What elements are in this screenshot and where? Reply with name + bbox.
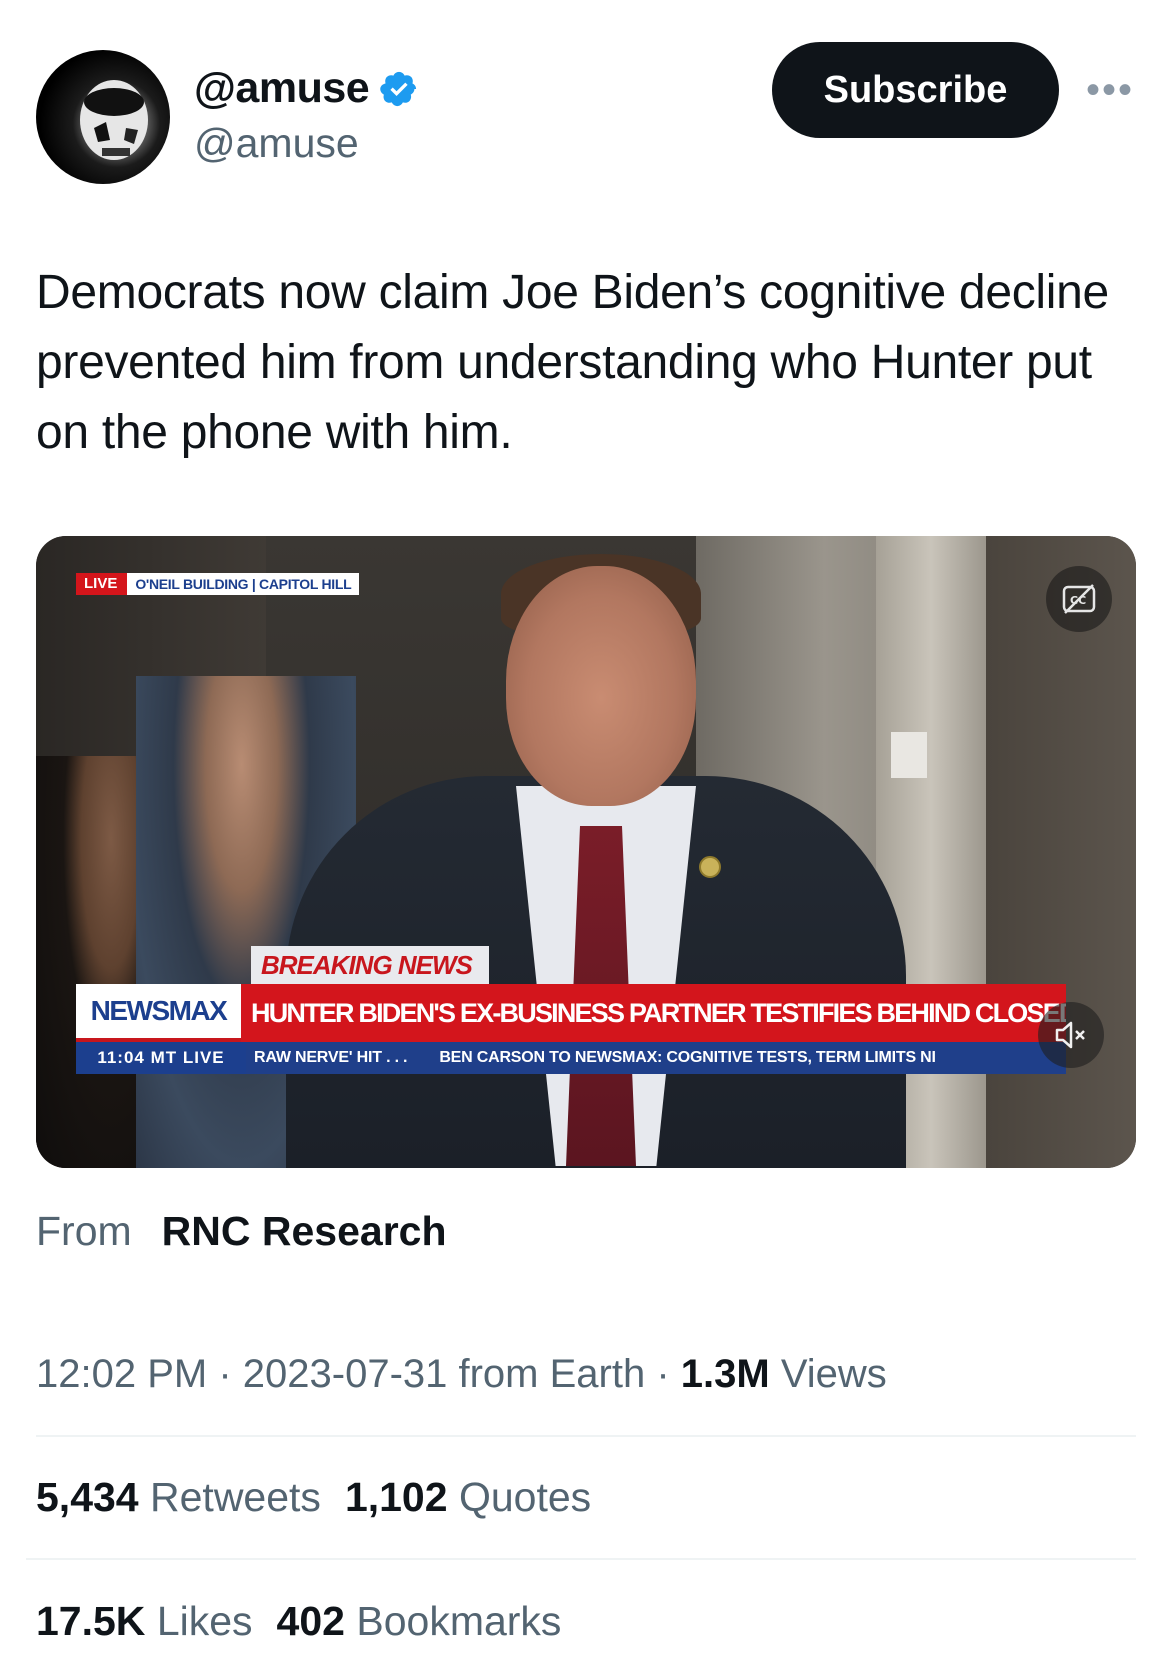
bookmarks-count: 402 xyxy=(276,1598,345,1644)
wall-sign xyxy=(891,732,927,778)
more-options-icon[interactable]: ••• xyxy=(1086,68,1134,112)
engagement-stats-row-2: 17.5K Likes 402 Bookmarks xyxy=(36,1598,561,1645)
retweets-stat[interactable]: 5,434 Retweets xyxy=(36,1474,321,1521)
ticker-time: 11:04 MT LIVE xyxy=(76,1042,246,1074)
quotes-count: 1,102 xyxy=(344,1474,448,1520)
bookmarks-label: Bookmarks xyxy=(356,1598,562,1644)
engagement-stats-row-1: 5,434 Retweets 1,102 Quotes xyxy=(36,1474,591,1521)
closed-captions-off-icon: CC xyxy=(1062,584,1096,614)
views-label: Views xyxy=(769,1352,887,1396)
video-attribution: From RNC Research xyxy=(36,1208,447,1255)
views-count: 1.3M xyxy=(680,1352,770,1396)
live-tag: LIVE xyxy=(76,573,128,595)
ticker-item: BEN CARSON TO NEWSMAX: COGNITIVE TESTS, … xyxy=(439,1049,936,1066)
video-speaker-head xyxy=(506,566,696,806)
divider xyxy=(26,1558,1136,1560)
muted-speaker-icon xyxy=(1055,1021,1085,1049)
tweet-meta: 12:02 PM · 2023-07-31 from Earth · 1.3M … xyxy=(36,1352,887,1397)
author-name-row: @amuse xyxy=(194,64,419,113)
retweets-label: Retweets xyxy=(150,1474,321,1520)
network-logo: NEWSMAX xyxy=(76,984,241,1042)
retweets-count: 5,434 xyxy=(36,1474,139,1520)
tweet-location: from Earth xyxy=(447,1352,646,1396)
quotes-label: Quotes xyxy=(458,1474,592,1520)
avatar[interactable] xyxy=(36,50,170,184)
meta-separator: · xyxy=(645,1352,681,1396)
stormtrooper-avatar-icon xyxy=(80,80,148,160)
verified-badge-icon[interactable] xyxy=(379,69,419,109)
likes-stat[interactable]: 17.5K Likes xyxy=(36,1598,253,1645)
meta-separator: · xyxy=(207,1352,243,1396)
likes-count: 17.5K xyxy=(36,1598,146,1644)
from-label: From xyxy=(36,1208,132,1254)
author-display-name[interactable]: @amuse xyxy=(194,64,370,113)
news-headline: HUNTER BIDEN'S EX-BUSINESS PARTNER TESTI… xyxy=(241,984,1066,1042)
divider xyxy=(36,1435,1136,1437)
source-account-link[interactable]: RNC Research xyxy=(162,1208,447,1255)
mute-button[interactable] xyxy=(1038,1002,1104,1068)
closed-captions-button[interactable]: CC xyxy=(1046,566,1112,632)
location-tag: O'NEIL BUILDING | CAPITOL HILL xyxy=(127,573,360,595)
lapel-pin xyxy=(699,856,721,878)
bookmarks-stat[interactable]: 402 Bookmarks xyxy=(277,1598,562,1645)
tweet-date[interactable]: 2023-07-31 xyxy=(243,1352,448,1396)
breaking-news-label: BREAKING NEWS xyxy=(251,946,489,984)
tweet-text: Democrats now claim Joe Biden’s cognitiv… xyxy=(36,266,1109,459)
video-player[interactable]: LIVE O'NEIL BUILDING | CAPITOL HILL CC B… xyxy=(36,536,1136,1168)
ticker-item: RAW NERVE' HIT . . . xyxy=(254,1049,408,1066)
likes-label: Likes xyxy=(156,1598,253,1644)
author-handle[interactable]: @amuse xyxy=(194,120,359,167)
tweet-time[interactable]: 12:02 PM xyxy=(36,1352,207,1396)
subscribe-button[interactable]: Subscribe xyxy=(772,42,1059,138)
quotes-stat[interactable]: 1,102 Quotes xyxy=(345,1474,591,1521)
news-ticker: RAW NERVE' HIT . . . BEN CARSON TO NEWSM… xyxy=(246,1042,1066,1074)
live-location-bar: LIVE O'NEIL BUILDING | CAPITOL HILL xyxy=(76,572,360,596)
